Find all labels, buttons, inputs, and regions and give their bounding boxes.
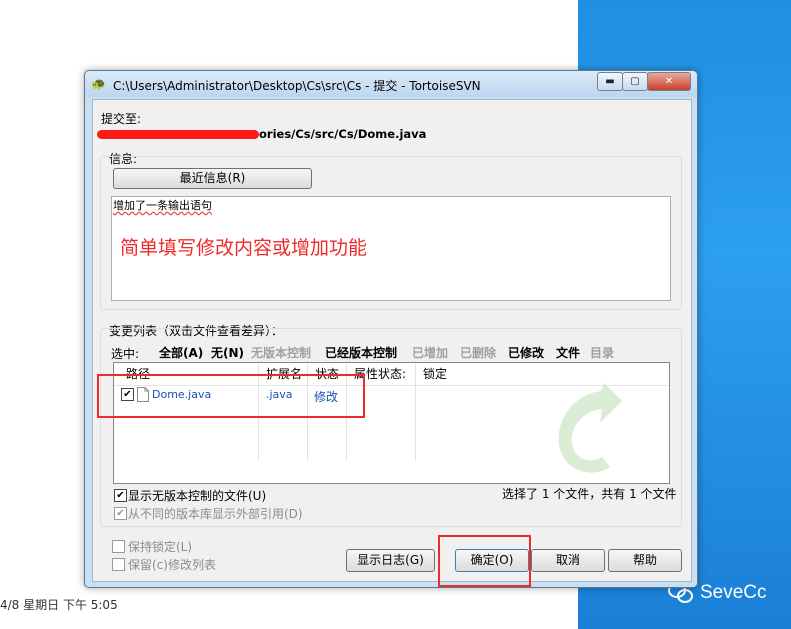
redacted-url xyxy=(97,130,259,139)
tortoise-watermark-icon xyxy=(558,383,622,473)
selection-summary: 选择了 1 个文件，共有 1 个文件 xyxy=(502,487,677,501)
column-divider xyxy=(415,363,416,461)
help-button[interactable]: 帮助 xyxy=(608,549,682,572)
select-modified-link[interactable]: 已修改 xyxy=(508,344,544,361)
keep-locks-label: 保持锁定(L) xyxy=(128,540,193,554)
show-externals-label: 从不同的版本库显示外部引用(D) xyxy=(128,507,303,521)
tortoise-icon: 🐢 xyxy=(91,77,106,91)
select-all-link[interactable]: 全部(A) xyxy=(159,344,203,361)
recent-messages-button[interactable]: 最近信息(R) xyxy=(113,168,312,189)
annotation-text: 简单填写修改内容或增加功能 xyxy=(120,237,368,259)
show-unversioned-checkbox[interactable]: ✔ xyxy=(114,489,127,502)
select-filter-bar: 全部(A) 无(N) 无版本控制 已经版本控制 已增加 已删除 已修改 文件 目… xyxy=(153,345,673,361)
show-unversioned-label: 显示无版本控制的文件(U) xyxy=(128,489,267,503)
watermark-text: SeveCc xyxy=(700,582,767,603)
select-label: 选中: xyxy=(111,347,140,361)
title-bar[interactable]: 🐢 C:\Users\Administrator\Desktop\Cs\src\… xyxy=(85,71,697,97)
show-log-button[interactable]: 显示日志(G) xyxy=(346,549,435,572)
select-dirs-link[interactable]: 目录 xyxy=(590,344,614,361)
select-files-link[interactable]: 文件 xyxy=(556,344,580,361)
select-none-link[interactable]: 无(N) xyxy=(211,344,244,361)
annotation-box-ok-button xyxy=(438,535,531,587)
taskbar-datetime: 4/8 星期日 下午 5:05 xyxy=(0,598,118,612)
commit-url: ories/Cs/src/Cs/Dome.java xyxy=(259,127,427,141)
message-text: 增加了一条输出语句 xyxy=(113,199,212,212)
window-title: C:\Users\Administrator\Desktop\Cs\src\Cs… xyxy=(113,79,481,93)
cancel-button[interactable]: 取消 xyxy=(531,549,605,572)
annotation-box-file-row xyxy=(97,374,365,418)
keep-changelists-checkbox[interactable] xyxy=(112,558,125,571)
minimize-button[interactable]: ▬ xyxy=(597,72,623,91)
keep-changelists-label: 保留(c)修改列表 xyxy=(128,558,216,572)
select-versioned-link[interactable]: 已经版本控制 xyxy=(325,344,397,361)
keep-locks-checkbox[interactable] xyxy=(112,540,125,553)
commit-to-label: 提交至: xyxy=(101,112,142,126)
select-added-link[interactable]: 已增加 xyxy=(412,344,448,361)
close-button[interactable]: ✕ xyxy=(647,72,691,91)
message-textarea[interactable]: 增加了一条输出语句 简单填写修改内容或增加功能 xyxy=(111,196,671,301)
show-externals-checkbox[interactable]: ✔ xyxy=(114,507,127,520)
select-unversioned-link[interactable]: 无版本控制 xyxy=(251,344,311,361)
commit-dialog: 🐢 C:\Users\Administrator\Desktop\Cs\src\… xyxy=(84,70,698,588)
select-deleted-link[interactable]: 已删除 xyxy=(460,344,496,361)
dialog-client-area: 提交至: ories/Cs/src/Cs/Dome.java 信息: 最近信息(… xyxy=(92,99,692,582)
column-header-lock[interactable]: 锁定 xyxy=(419,363,447,385)
maximize-button[interactable]: ▢ xyxy=(622,72,648,91)
